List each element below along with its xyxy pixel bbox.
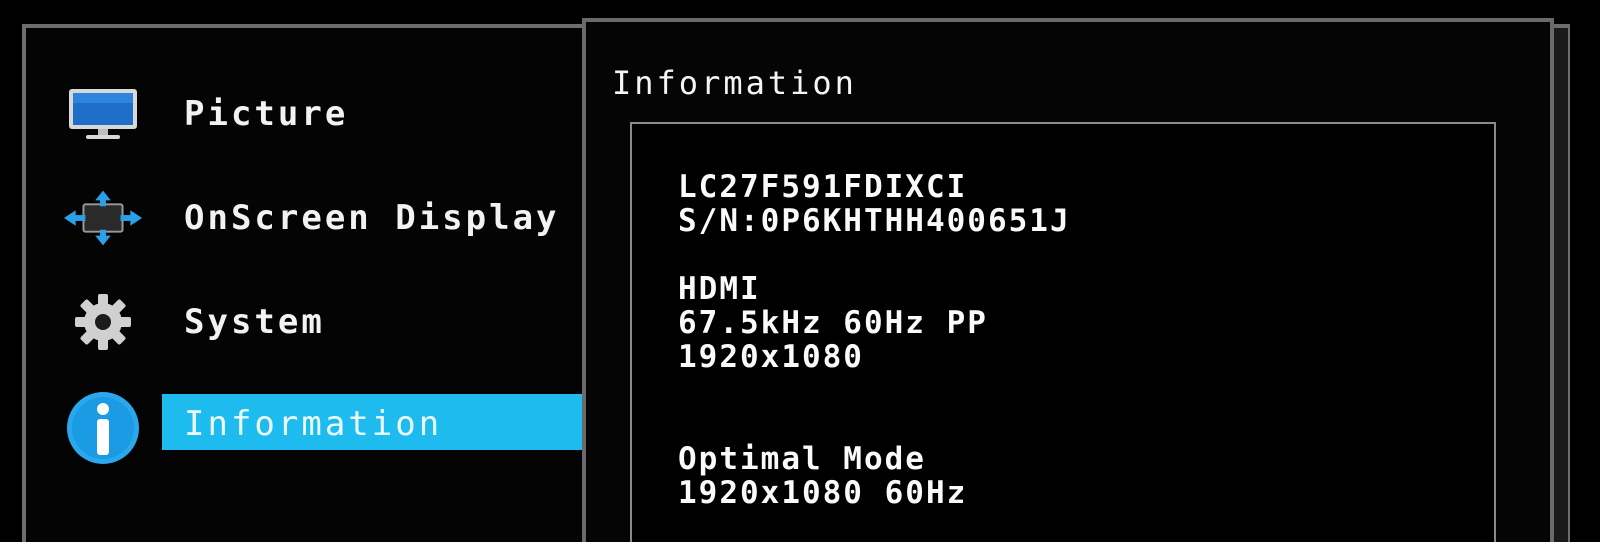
menu-label-information: Information [184,404,443,444]
gear-icon [62,290,144,354]
menu-label-picture: Picture [184,94,349,134]
menu-item-picture[interactable]: Picture [26,82,586,146]
signal-frequency: 67.5kHz 60Hz PP [678,305,988,341]
optimal-mode-value: 1920x1080 60Hz [678,475,968,511]
model-name: LC27F591FDIXCI [678,169,968,205]
menu-label-onscreen-display: OnScreen Display [184,198,560,238]
menu-item-information[interactable]: Information [26,392,622,464]
monitor-osd-screen: Picture OnScreen Display System Informat… [0,0,1600,542]
monitor-icon [62,82,144,146]
osd-main-menu: Picture OnScreen Display System Informat… [26,28,622,542]
panel-title: Information [612,64,857,102]
panel-shadow [1554,28,1568,542]
information-box: LC27F591FDIXCI S/N:0P6KHTHH400651J HDMI … [630,122,1496,542]
move-arrows-icon [62,186,144,250]
optimal-mode-label: Optimal Mode [678,441,926,477]
info-icon [62,392,144,464]
menu-item-system[interactable]: System [26,290,586,354]
menu-item-onscreen-display[interactable]: OnScreen Display [26,186,586,250]
menu-label-system: System [184,302,325,342]
information-panel: Information LC27F591FDIXCI S/N:0P6KHTHH4… [582,18,1554,542]
serial-number: S/N:0P6KHTHH400651J [678,203,1071,239]
current-resolution: 1920x1080 [678,339,864,375]
input-source: HDMI [678,271,761,307]
